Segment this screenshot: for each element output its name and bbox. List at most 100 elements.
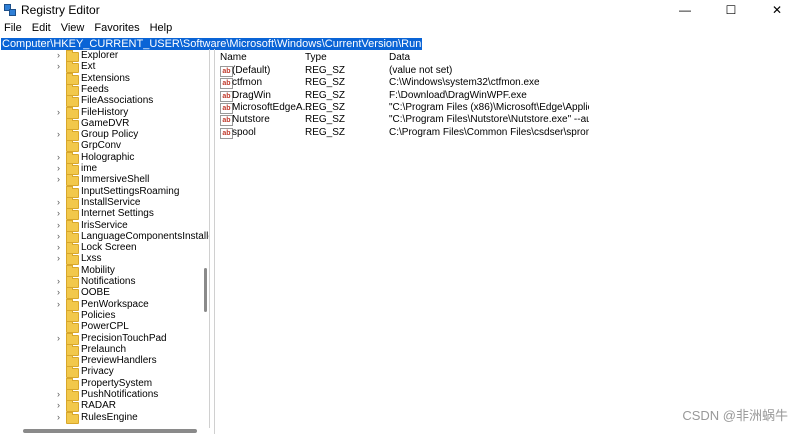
- value-type: REG_SZ: [305, 101, 346, 113]
- menu-file[interactable]: File: [0, 22, 28, 34]
- menu-view[interactable]: View: [57, 22, 91, 34]
- chevron-right-icon[interactable]: ›: [57, 412, 60, 422]
- column-header-name[interactable]: Name: [220, 52, 247, 63]
- value-row[interactable]: ab Nutstore REG_SZ "C:\Program Files\Nutsto…: [216, 114, 800, 127]
- tree-node-label: InstallService: [81, 196, 141, 208]
- chevron-right-icon[interactable]: ›: [57, 152, 60, 162]
- tree-node-label: PropertySystem: [81, 377, 153, 389]
- chevron-right-icon[interactable]: ›: [57, 389, 60, 399]
- tree-node-label: Feeds: [81, 83, 109, 95]
- tree-node[interactable]: › RulesEngine: [0, 411, 200, 424]
- folder-icon: [66, 411, 79, 424]
- value-type: REG_SZ: [305, 114, 346, 126]
- value-data: C:\Windows\system32\ctfmon.exe: [389, 77, 540, 89]
- tree-node-label: Notifications: [81, 276, 136, 287]
- chevron-right-icon[interactable]: ›: [57, 129, 60, 139]
- tree-node-label: RADAR: [81, 400, 117, 412]
- registry-editor-icon: [4, 4, 16, 16]
- tree-node-label: Policies: [81, 309, 116, 321]
- column-header-data[interactable]: Data: [389, 52, 410, 63]
- value-name: (Default): [232, 65, 271, 76]
- tree-node[interactable]: › Holographic: [0, 151, 200, 164]
- tree-node-label: PrecisionTouchPad: [81, 332, 167, 344]
- minimize-button[interactable]: —: [662, 0, 708, 20]
- watermark: CSDN @非洲蜗牛: [682, 408, 788, 423]
- chevron-right-icon[interactable]: ›: [57, 197, 60, 207]
- value-name: DragWin: [232, 89, 271, 101]
- values-list[interactable]: Name Type Data ab (Default) REG_SZ (value n…: [216, 49, 800, 434]
- chevron-right-icon[interactable]: ›: [57, 242, 60, 252]
- value-data: "C:\Program Files (x86)\Microsoft\Edge\A…: [389, 101, 589, 113]
- tree-node-label: IrisService: [81, 219, 128, 231]
- chevron-right-icon[interactable]: ›: [57, 208, 60, 218]
- key-tree[interactable]: › Explorer › Ext Extensions Feeds FileAssociat…: [0, 49, 210, 428]
- tree-node-label: OOBE: [81, 287, 110, 299]
- tree-node-label: Internet Settings: [81, 208, 154, 220]
- value-type: REG_SZ: [305, 89, 346, 101]
- tree-node-label: Lock Screen: [81, 242, 137, 254]
- tree-node-label: ime: [81, 163, 98, 174]
- menu-help[interactable]: Help: [146, 22, 179, 34]
- value-data: F:\Download\DragWinWPF.exe: [389, 89, 527, 101]
- value-row[interactable]: ab ctfmon REG_SZ C:\Windows\system32\ctfmon…: [216, 77, 800, 90]
- tree-node-label: Ext: [81, 61, 96, 73]
- pane-splitter[interactable]: [214, 49, 215, 434]
- value-name: ctfmon: [232, 77, 263, 89]
- chevron-right-icon[interactable]: ›: [57, 220, 60, 230]
- chevron-right-icon[interactable]: ›: [57, 163, 60, 173]
- column-header-type[interactable]: Type: [305, 52, 327, 63]
- tree-node-label: InputSettingsRoaming: [81, 185, 180, 197]
- chevron-right-icon[interactable]: ›: [57, 107, 60, 117]
- chevron-right-icon[interactable]: ›: [57, 400, 60, 410]
- value-row[interactable]: ab DragWin REG_SZ F:\Download\DragWinWPF.ex…: [216, 90, 800, 102]
- chevron-right-icon[interactable]: ›: [57, 287, 60, 297]
- chevron-right-icon[interactable]: ›: [57, 253, 60, 263]
- tree-node-label: Prelaunch: [81, 343, 127, 355]
- value-row[interactable]: ab MicrosoftEdgeA... REG_SZ "C:\Program Fil…: [216, 102, 800, 114]
- tree-node-label: Holographic: [81, 151, 135, 163]
- tree-node-label: PowerCPL: [81, 321, 129, 333]
- tree-node-label: FileAssociations: [81, 95, 154, 107]
- value-row[interactable]: ab spool REG_SZ C:\Program Files\Common Fil…: [216, 127, 800, 139]
- tree-node[interactable]: › Explorer: [0, 50, 200, 62]
- chevron-right-icon[interactable]: ›: [57, 333, 60, 343]
- title-bar: Registry Editor — ☐ ✕: [0, 0, 800, 20]
- maximize-button[interactable]: ☐: [708, 0, 754, 20]
- value-data: C:\Program Files\Common Files\csdser\spr…: [389, 126, 589, 138]
- tree-node-label: Explorer: [81, 50, 119, 61]
- value-type: REG_SZ: [305, 126, 346, 138]
- tree-vertical-scrollbar[interactable]: [203, 49, 208, 428]
- tree-node-label: LanguageComponentsInstaller: [81, 230, 210, 242]
- chevron-right-icon[interactable]: ›: [57, 231, 60, 241]
- tree-node-label: GrpConv: [81, 140, 122, 152]
- value-type: REG_SZ: [305, 65, 346, 76]
- address-bar[interactable]: Computer\HKEY_CURRENT_USER\Software\Micr…: [0, 36, 800, 50]
- tree-node-label: GameDVR: [81, 117, 130, 129]
- value-name: MicrosoftEdgeA...: [232, 101, 311, 113]
- value-row[interactable]: ab (Default) REG_SZ (value not set): [216, 65, 800, 77]
- close-button[interactable]: ✕: [754, 0, 800, 20]
- chevron-right-icon[interactable]: ›: [57, 61, 60, 71]
- tree-node-label: Lxss: [81, 253, 102, 265]
- value-name: spool: [232, 126, 256, 138]
- menu-favorites[interactable]: Favorites: [90, 22, 145, 34]
- menu-bar: File Edit View Favorites Help: [0, 20, 800, 36]
- tree-node-label: RulesEngine: [81, 411, 138, 423]
- chevron-right-icon[interactable]: ›: [57, 299, 60, 309]
- tree-vertical-scroll-thumb[interactable]: [204, 268, 207, 312]
- menu-edit[interactable]: Edit: [28, 22, 57, 34]
- tree-node-label: Group Policy: [81, 129, 139, 141]
- tree-node-label: Mobility: [81, 264, 115, 276]
- chevron-right-icon[interactable]: ›: [57, 174, 60, 184]
- chevron-right-icon[interactable]: ›: [57, 50, 60, 60]
- value-data: "C:\Program Files\Nutstore\Nutstore.exe"…: [389, 114, 589, 126]
- tree-node-label: PenWorkspace: [81, 298, 149, 310]
- chevron-right-icon[interactable]: ›: [57, 276, 60, 286]
- tree-node-label: Privacy: [81, 366, 114, 378]
- tree-node-label: FileHistory: [81, 106, 129, 118]
- window-title: Registry Editor: [21, 3, 100, 17]
- tree-node-label: PushNotifications: [81, 389, 159, 400]
- tree-horizontal-scroll-thumb[interactable]: [23, 429, 197, 433]
- value-name: Nutstore: [232, 114, 270, 126]
- tree-node-label: PreviewHandlers: [81, 355, 157, 367]
